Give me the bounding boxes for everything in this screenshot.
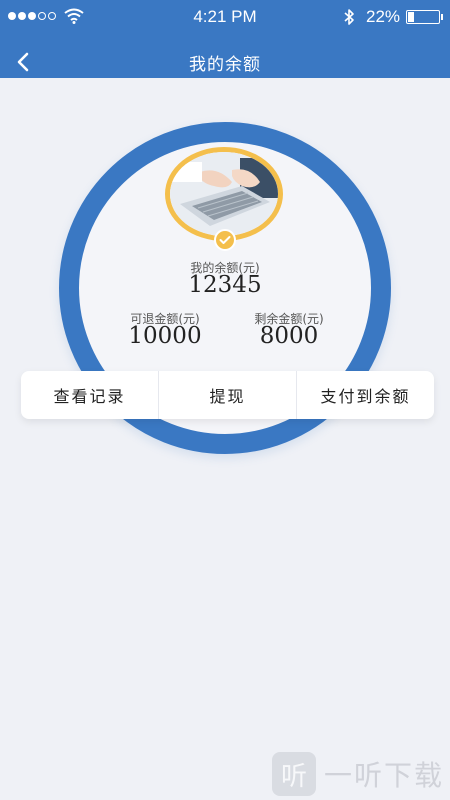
bluetooth-icon — [343, 8, 355, 31]
view-records-button[interactable]: 查看记录 — [21, 371, 158, 419]
watermark-text: 一听下载 — [323, 759, 444, 792]
balance-value: 12345 — [188, 272, 262, 298]
battery-icon — [406, 10, 443, 24]
refundable-value: 10000 — [128, 323, 202, 349]
laptop-typing-image — [170, 152, 278, 236]
action-bar: 查看记录 提现 支付到余额 — [21, 371, 434, 419]
pay-to-balance-button[interactable]: 支付到余额 — [296, 371, 434, 419]
watermark: 听 一听下载 — [271, 752, 444, 796]
page-title: 我的余额 — [189, 55, 261, 75]
avatar-container — [165, 147, 283, 251]
battery-percent: 22% — [366, 7, 401, 26]
withdraw-button[interactable]: 提现 — [158, 371, 296, 419]
status-bar: 4:21 PM 22% — [0, 0, 450, 34]
nav-bar: 我的余额 — [0, 44, 450, 78]
header: 4:21 PM 22% 我的余额 — [0, 0, 450, 78]
watermark-logo: 听 — [271, 752, 316, 796]
verified-check-icon — [214, 229, 236, 251]
remaining-value: 8000 — [259, 323, 319, 349]
avatar — [165, 147, 283, 241]
